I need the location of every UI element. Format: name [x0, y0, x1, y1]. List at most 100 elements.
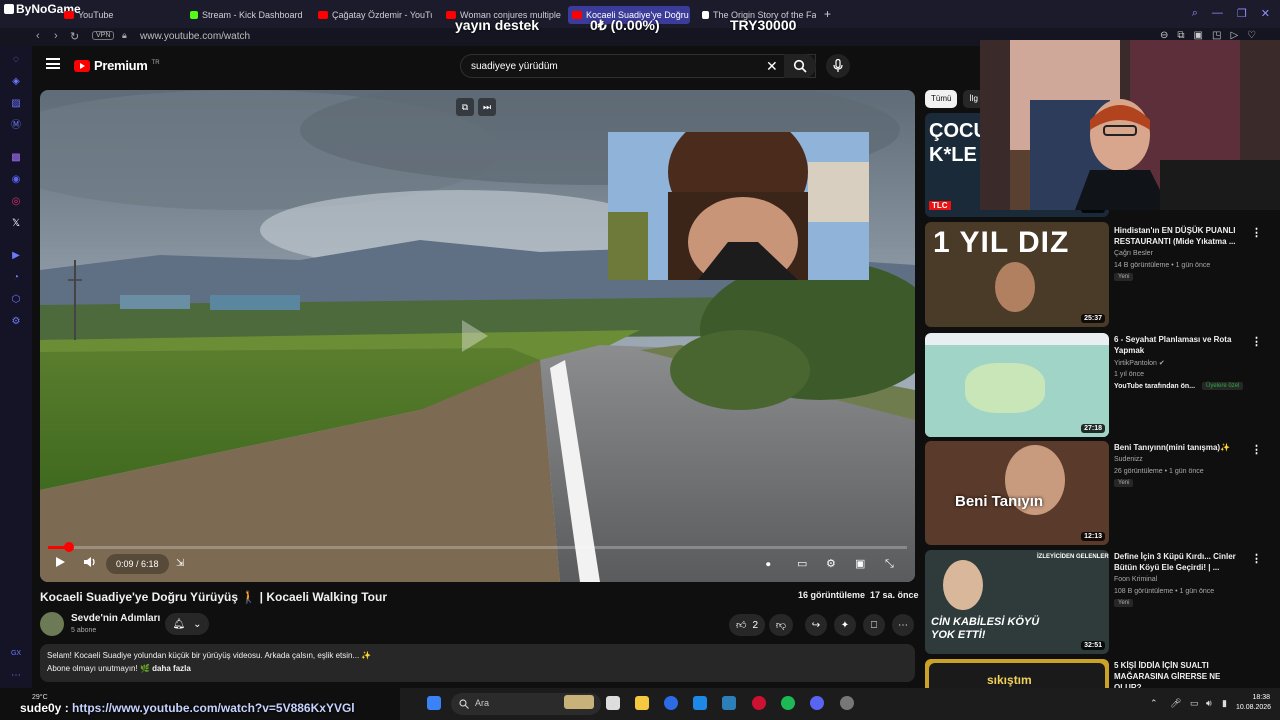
more-actions-button[interactable]: ⋯	[892, 614, 914, 636]
player-icon[interactable]: ▶	[10, 250, 22, 262]
ask-ai-button[interactable]: ✦	[834, 614, 856, 636]
tab-kick-dashboard[interactable]: Stream - Kick Dashboard	[186, 6, 306, 24]
related-channel-4[interactable]: Foon Kriminal	[1114, 576, 1157, 583]
discord-icon[interactable]: ◉	[10, 174, 22, 186]
store-icon[interactable]	[722, 696, 736, 710]
app-m-icon[interactable]: Ⓜ	[10, 120, 22, 132]
clock-time: 18:38	[1252, 694, 1270, 701]
back-icon[interactable]: ‹	[36, 30, 40, 42]
more-vert-icon[interactable]: ⋮	[1251, 335, 1262, 348]
volume-button[interactable]	[83, 556, 97, 572]
weather-widget[interactable]: 29°C	[32, 694, 48, 701]
like-button[interactable]: 👍︎ 2	[729, 614, 765, 636]
related-thumbnail-3[interactable]: Beni Tanıyın 12:13	[925, 441, 1109, 545]
settings-icon[interactable]: ⚙	[826, 556, 836, 572]
chip-all[interactable]: Tümü	[925, 90, 958, 108]
thumbnail-top-text: İZLEYİCİDEN GELENLER	[1037, 554, 1109, 560]
opera-gx-icon[interactable]	[752, 696, 766, 710]
subtitles-icon[interactable]: ▭	[797, 556, 807, 572]
spotify-icon[interactable]	[781, 696, 795, 710]
instagram-icon[interactable]: ◎	[10, 196, 22, 208]
edge-icon[interactable]	[664, 696, 678, 710]
voice-search-button[interactable]	[826, 54, 850, 78]
youtube-logo[interactable]: Premium TR	[74, 58, 160, 73]
tab-cagatay[interactable]: Çağatay Özdemir - YouTu	[314, 6, 432, 24]
more-vert-icon[interactable]: ⋮	[1251, 552, 1262, 565]
save-button[interactable]: ⎕	[863, 614, 885, 636]
settings-gear-icon[interactable]: ⚙	[10, 316, 22, 328]
related-thumbnail-2[interactable]: 27:18	[925, 333, 1109, 437]
aria-icon[interactable]: ◌	[10, 54, 22, 66]
bell-icon: 🔔︎	[172, 618, 186, 630]
tab-label: Çağatay Özdemir - YouTu	[332, 10, 432, 20]
related-thumbnail-4[interactable]: İZLEYİCİDEN GELENLER CİN KABİLESİ KÖYÜ Y…	[925, 550, 1109, 654]
skip-icon[interactable]: ⏭	[478, 98, 496, 116]
history-icon[interactable]: ◔	[10, 272, 22, 284]
progress-bar[interactable]	[48, 542, 907, 552]
file-explorer-icon[interactable]	[635, 696, 649, 710]
gx-icon[interactable]: GX	[10, 648, 22, 660]
search-input[interactable]	[471, 59, 751, 74]
related-channel-3[interactable]: Sudenizz	[1114, 456, 1143, 463]
channel-name[interactable]: Sevde'nin Adımları	[71, 613, 160, 624]
show-more-link[interactable]: daha fazla	[152, 664, 191, 673]
discord-taskbar-icon[interactable]	[810, 696, 824, 710]
close-icon[interactable]: ✕	[1261, 7, 1270, 20]
x-icon[interactable]: 𝕏	[10, 218, 22, 230]
vpn-badge[interactable]: VPN	[92, 31, 115, 40]
speaker-icon[interactable]: 🔊︎	[1206, 698, 1212, 709]
outlook-icon[interactable]	[693, 696, 707, 710]
messenger-icon[interactable]: ▨	[10, 98, 22, 110]
minimize-icon[interactable]: —	[1212, 7, 1223, 20]
miniplayer-icon[interactable]: ⧉	[456, 98, 474, 116]
tab-youtube[interactable]: YouTube	[60, 6, 178, 24]
thumbnail-text: CİN KABİLESİ KÖYÜ YOK ETTİ!	[931, 616, 1040, 641]
battery-icon[interactable]: ▮	[1222, 698, 1227, 709]
ai-icon[interactable]: ◈	[10, 76, 22, 88]
reload-icon[interactable]: ↻	[70, 30, 79, 43]
theater-mode-icon[interactable]: ▣	[855, 556, 865, 572]
progress-scrubber[interactable]	[63, 542, 74, 552]
fullscreen-icon[interactable]: ⤡	[885, 556, 894, 572]
search-tabs-icon[interactable]: ⌕	[1192, 7, 1198, 20]
related-title-1[interactable]: Hindistan'ın EN DÜŞÜK PUANLI RESTAURANTI…	[1114, 225, 1244, 247]
maximize-icon[interactable]: ❐	[1237, 7, 1247, 20]
related-thumbnail-1[interactable]: 1 YIL DIZ 25:37	[925, 222, 1109, 327]
app-icon[interactable]	[840, 696, 854, 710]
chapters-icon[interactable]: ⇲	[176, 556, 184, 572]
more-icon[interactable]: ⋯	[10, 670, 22, 682]
search-button[interactable]	[784, 54, 816, 78]
thumbnail-person	[995, 262, 1035, 312]
dislike-button[interactable]: 👎︎	[769, 614, 793, 636]
autoplay-toggle[interactable]: ⏺	[766, 556, 771, 572]
menu-icon[interactable]	[46, 58, 60, 69]
related-channel-2[interactable]: YirtikPantolon ✔	[1114, 359, 1165, 367]
related-title-3[interactable]: Beni Tanıyınn(mini tanışma)✨	[1114, 442, 1244, 453]
subscribed-button[interactable]: 🔔︎ ⌄	[165, 613, 209, 635]
windows-start-icon[interactable]	[427, 696, 441, 710]
play-button[interactable]	[54, 556, 66, 572]
search-highlight-icon[interactable]	[564, 695, 594, 709]
related-thumbnail-5[interactable]: sıkıştım	[925, 659, 1109, 688]
microphone-tray-icon[interactable]: 🎤︎	[1170, 698, 1181, 709]
channel-avatar[interactable]	[40, 612, 64, 636]
twitch-icon[interactable]: ▩	[10, 152, 22, 164]
extensions-side-icon[interactable]: ⬡	[10, 294, 22, 306]
description-box[interactable]: Selam! Kocaeli Suadiye yolundan küçük bi…	[40, 644, 915, 682]
center-play-icon[interactable]	[462, 320, 488, 352]
new-tab-button[interactable]: +	[824, 7, 831, 21]
related-title-2[interactable]: 6 - Seyahat Planlaması ve Rota Yapmak	[1114, 334, 1244, 356]
related-title-4[interactable]: Define İçin 3 Küpü Kırdı... Cinler Bütün…	[1114, 551, 1244, 573]
share-button[interactable]: ↪	[805, 614, 827, 636]
more-vert-icon[interactable]: ⋮	[1251, 443, 1262, 456]
taskbar-clock[interactable]: 18:38 10.08.2026	[1236, 693, 1271, 713]
monitor-icon[interactable]: ▭	[1190, 698, 1199, 709]
more-vert-icon[interactable]: ⋮	[1251, 226, 1262, 239]
chevron-up-icon[interactable]: ⌃	[1150, 698, 1158, 709]
forward-icon[interactable]: ›	[54, 30, 58, 42]
url-field[interactable]: www.youtube.com/watch	[140, 31, 250, 42]
chat-message-link[interactable]: https://www.youtube.com/watch?v=5V886KxY…	[72, 701, 355, 715]
related-channel-1[interactable]: Çağrı Besler	[1114, 250, 1153, 257]
task-view-icon[interactable]	[606, 696, 620, 710]
clear-search-icon[interactable]: ✕	[766, 58, 778, 75]
